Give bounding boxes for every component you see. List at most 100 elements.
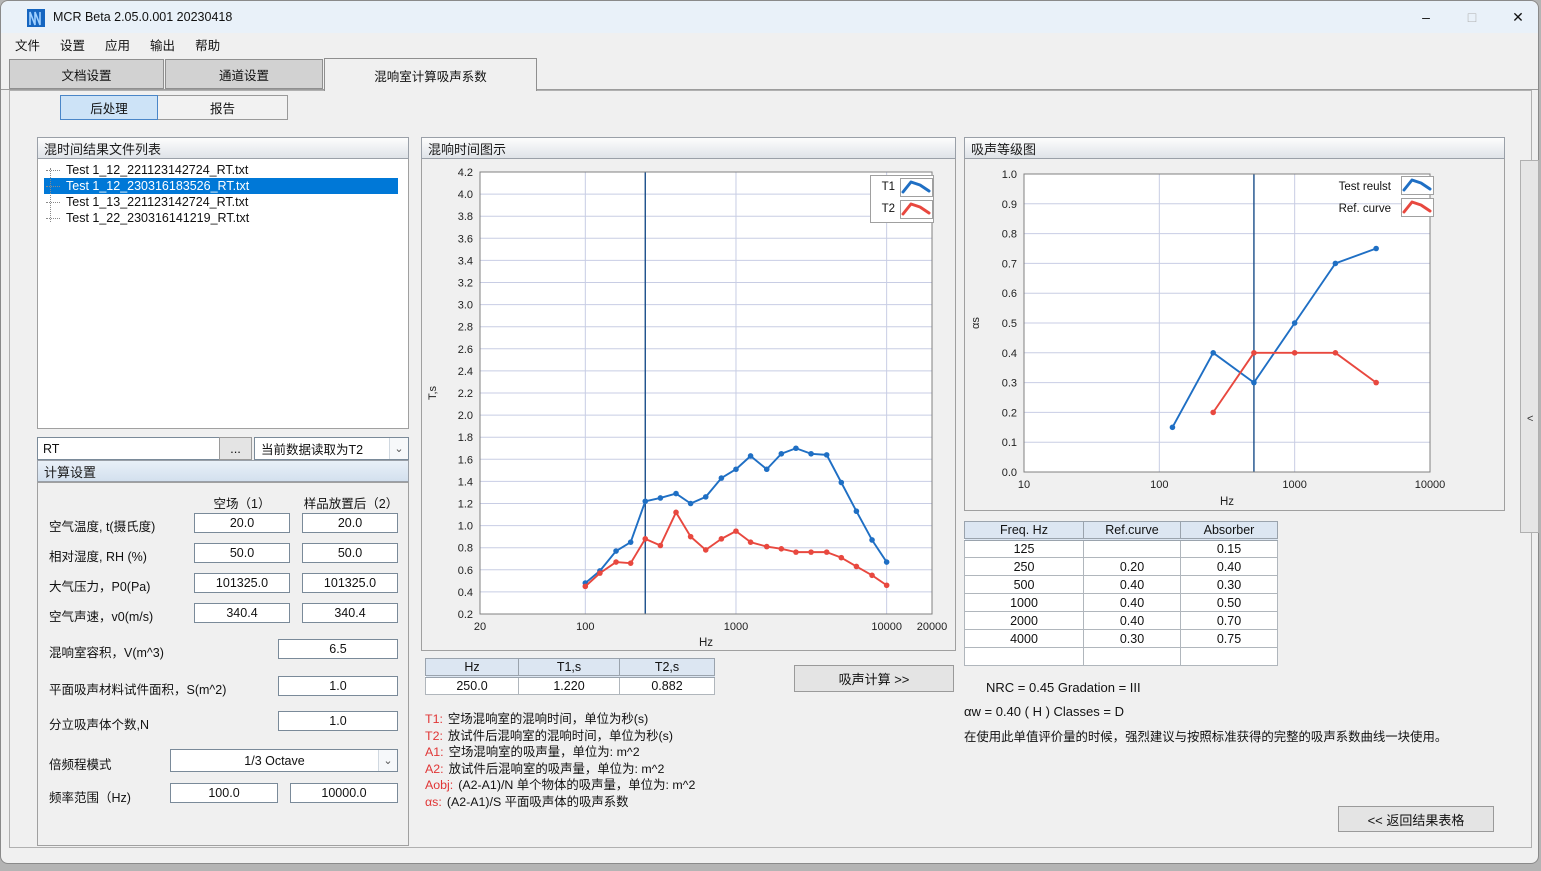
sound-speed-field-1[interactable]: [194, 603, 290, 623]
subtab-report[interactable]: 报告: [157, 95, 288, 120]
svg-text:1000: 1000: [1282, 479, 1306, 491]
svg-text:0.8: 0.8: [1002, 229, 1017, 241]
absorption-calc-button[interactable]: 吸声计算 >>: [794, 665, 954, 692]
data-read-dropdown[interactable]: 当前数据读取为T2 ⌄: [254, 437, 409, 460]
file-list-header: 混时间结果文件列表: [37, 137, 409, 159]
chevron-down-icon[interactable]: ⌄: [378, 750, 397, 771]
sound-speed-label: 空气声速，v0(m/s): [49, 606, 153, 625]
table-cell: 0.30: [1181, 576, 1278, 594]
table-cell: [965, 648, 1084, 666]
definition-key: T1:: [425, 712, 443, 726]
definitions-notes: T1:空场混响室的混响时间，单位为秒(s)T2:放试件后混响室的混响时间，单位为…: [425, 711, 695, 810]
humidity-field-1[interactable]: [194, 543, 290, 563]
back-to-results-button[interactable]: << 返回结果表格: [1338, 806, 1494, 832]
column-header: Freq. Hz: [965, 522, 1084, 540]
svg-text:0.2: 0.2: [1002, 407, 1017, 419]
rt-name-input[interactable]: [37, 437, 220, 460]
menu-settings[interactable]: 设置: [50, 32, 95, 57]
subtab-postprocess[interactable]: 后处理: [60, 95, 158, 120]
tree-stub-icon: [46, 218, 60, 219]
definition-line: T1:空场混响室的混响时间，单位为秒(s): [425, 711, 695, 728]
pressure-field-1[interactable]: [194, 573, 290, 593]
svg-text:3.0: 3.0: [458, 300, 473, 312]
rt-chart-panel: 0.20.40.60.81.01.21.41.61.82.02.22.42.62…: [421, 159, 956, 651]
svg-text:1.2: 1.2: [458, 499, 473, 511]
column-header: T2,s: [620, 659, 715, 677]
octave-mode-dropdown[interactable]: 1/3 Octave ⌄: [170, 749, 398, 772]
column-header: Absorber: [1181, 522, 1278, 540]
temp-field-1[interactable]: [194, 513, 290, 533]
definition-key: A2:: [425, 762, 444, 776]
nrc-result-text: NRC = 0.45 Gradation = III: [986, 680, 1141, 695]
svg-text:2.6: 2.6: [458, 344, 473, 356]
browse-button[interactable]: ...: [219, 437, 252, 460]
table-cell: 0.40: [1084, 612, 1181, 630]
tab-document-settings[interactable]: 文档设置: [9, 59, 164, 89]
tree-line: [50, 168, 51, 222]
menu-apply[interactable]: 应用: [95, 32, 140, 57]
svg-text:0.6: 0.6: [1002, 288, 1017, 300]
abs-chart-panel: 0.00.10.20.30.40.50.60.70.80.91.01010010…: [964, 159, 1505, 511]
definition-line: A1:空场混响室的吸声量，单位为: m^2: [425, 744, 695, 761]
list-item[interactable]: Test 1_12_221123142724_RT.txt: [44, 162, 398, 178]
menu-bar: 文件 设置 应用 输出 帮助: [1, 33, 1538, 56]
freq-range-label: 频率范围（Hz): [49, 787, 131, 806]
definition-key: Aobj:: [425, 778, 453, 792]
svg-text:2.0: 2.0: [458, 410, 473, 422]
title-bar: MCR Beta 2.05.0.001 20230418 – □ ✕: [1, 1, 1538, 33]
freq-range-min-field[interactable]: [170, 783, 278, 803]
pressure-field-2[interactable]: [302, 573, 398, 593]
table-cell: [1084, 648, 1181, 666]
temp-field-2[interactable]: [302, 513, 398, 533]
volume-field[interactable]: [278, 639, 398, 659]
rt-value-table: HzT1,sT2,s 250.01.2200.882: [425, 658, 715, 695]
file-list[interactable]: Test 1_12_221123142724_RT.txt Test 1_12_2…: [37, 159, 409, 429]
svg-text:1.0: 1.0: [1002, 169, 1017, 181]
sample-area-field[interactable]: [278, 676, 398, 696]
svg-text:10000: 10000: [871, 621, 902, 633]
svg-text:20000: 20000: [917, 621, 948, 633]
definition-line: αs:(A2-A1)/S 平面吸声体的吸声系数: [425, 794, 695, 811]
abs-chart-header: 吸声等级图: [964, 137, 1505, 159]
close-button[interactable]: ✕: [1495, 1, 1541, 33]
svg-text:0.4: 0.4: [458, 587, 473, 599]
rt-chart-header: 混响时间图示: [421, 137, 956, 159]
svg-text:0.8: 0.8: [458, 543, 473, 555]
file-name: Test 1_12_221123142724_RT.txt: [66, 163, 248, 177]
menu-help[interactable]: 帮助: [185, 32, 230, 57]
legend-label-ref-curve: Ref. curve: [1305, 203, 1396, 215]
rt-chart-canvas[interactable]: 0.20.40.60.81.01.21.41.61.82.02.22.42.62…: [422, 159, 955, 649]
svg-text:10: 10: [1018, 479, 1030, 491]
sound-speed-field-2[interactable]: [302, 603, 398, 623]
table-cell: 0.15: [1181, 540, 1278, 558]
table-header-row: Freq. HzRef.curveAbsorber: [965, 522, 1278, 540]
humidity-field-2[interactable]: [302, 543, 398, 563]
svg-text:20: 20: [474, 621, 486, 633]
table-cell: 0.75: [1181, 630, 1278, 648]
definition-text: 放试件后混响室的吸声量，单位为: m^2: [449, 762, 665, 776]
t2-curve-icon: [900, 200, 933, 219]
object-count-label: 分立吸声体个数,N: [49, 714, 149, 733]
table-row: 40000.300.75: [965, 630, 1278, 648]
list-item[interactable]: Test 1_22_230316141219_RT.txt: [44, 210, 398, 226]
list-item[interactable]: Test 1_12_230316183526_RT.txt: [44, 178, 398, 194]
tab-reverb-room-absorption[interactable]: 混响室计算吸声系数: [324, 58, 537, 91]
menu-output[interactable]: 输出: [140, 32, 185, 57]
file-name: Test 1_22_230316141219_RT.txt: [66, 211, 249, 225]
freq-range-max-field[interactable]: [290, 783, 398, 803]
tab-channel-settings[interactable]: 通道设置: [165, 59, 323, 89]
chevron-down-icon[interactable]: ⌄: [389, 438, 408, 459]
menu-file[interactable]: 文件: [5, 32, 50, 57]
maximize-button[interactable]: □: [1449, 1, 1495, 33]
table-row: 2500.200.40: [965, 558, 1278, 576]
side-panel-collapse-strip[interactable]: <: [1520, 160, 1539, 533]
pressure-label: 大气压力，P0(Pa): [49, 576, 150, 595]
t1-curve-icon: [900, 178, 933, 197]
svg-text:3.8: 3.8: [458, 211, 473, 223]
minimize-button[interactable]: –: [1403, 1, 1449, 33]
object-count-field[interactable]: [278, 711, 398, 731]
list-item[interactable]: Test 1_13_221123142724_RT.txt: [44, 194, 398, 210]
collapse-left-icon[interactable]: <: [1527, 413, 1533, 425]
file-name: Test 1_12_230316183526_RT.txt: [66, 179, 249, 193]
svg-text:αs: αs: [970, 317, 982, 329]
